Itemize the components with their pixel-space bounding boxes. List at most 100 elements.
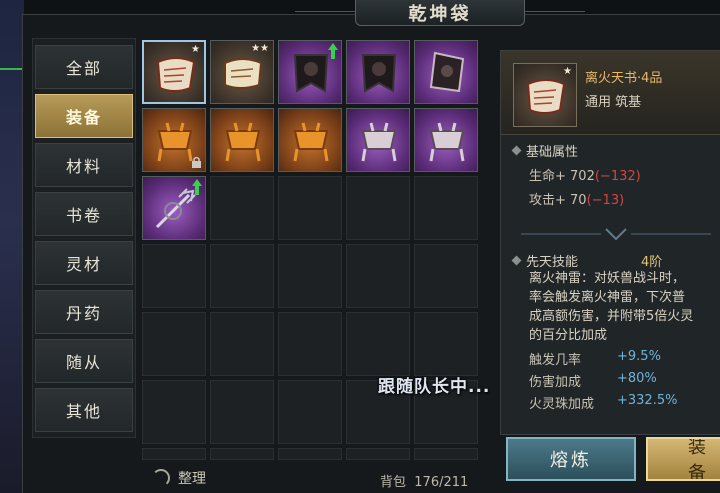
empty-slot[interactable] [414,312,478,376]
item-stars: ★★ [251,43,269,54]
scroll-icon [224,58,263,89]
stat-diff: (−13) [586,193,625,208]
item-slot-banner[interactable] [346,40,410,104]
banner-icon [361,54,397,93]
window-title-text: 乾坤袋 [408,3,472,25]
stat-value: + 70 [555,193,587,208]
empty-slot[interactable] [278,176,342,240]
skill-level: 4阶 [641,255,663,270]
item-stars: ★ [191,44,200,55]
effect-fire-orb-bonus: 火灵珠加成 +332.5% [529,393,677,412]
effect-value: +9.5% [617,349,661,364]
title-ornament [295,0,355,12]
empty-slot[interactable] [414,176,478,240]
tab-materials[interactable]: 材料 [35,143,133,187]
cauldron-icon [361,122,397,162]
title-ornament [525,0,585,12]
base-attributes-label: 基础属性 [526,145,579,160]
empty-slot[interactable] [278,312,342,376]
item-slot-trident[interactable] [142,176,206,240]
cauldron-icon [225,122,261,162]
empty-slot[interactable] [346,244,410,308]
scroll-icon [156,57,196,92]
shield-icon [429,51,465,93]
background-scene [0,0,24,493]
item-subtitle: 通用 筑基 [585,95,642,110]
tab-followers[interactable]: 随从 [35,339,133,383]
refresh-icon [152,469,170,487]
empty-slot[interactable] [414,448,478,460]
tab-pills[interactable]: 丹药 [35,290,133,334]
item-slot-cauldron[interactable] [210,108,274,172]
item-detail-header: ★ 离火天书·4品 通用 筑基 [501,51,720,135]
empty-slot[interactable] [414,244,478,308]
item-slot-banner[interactable] [278,40,342,104]
empty-slot[interactable] [142,448,206,460]
bag-capacity: 背包 176/211 [380,471,468,490]
smelt-button[interactable]: 熔炼 [506,437,636,481]
effect-trigger-rate: 触发几率 +9.5% [529,349,661,368]
tidy-label: 整理 [178,471,206,487]
lock-icon [192,156,201,168]
effect-value: +332.5% [617,393,678,408]
effect-value: +80% [617,371,657,386]
empty-slot[interactable] [346,448,410,460]
effect-damage-bonus: 伤害加成 +80% [529,371,657,390]
stat-hp: 生命+ 702(−132) [529,165,641,184]
empty-slot[interactable] [142,312,206,376]
item-name: 离火天书·4品 [585,71,663,86]
section-divider [521,228,711,241]
empty-slot[interactable] [210,380,274,444]
tidy-button[interactable]: 整理 [152,468,206,488]
tab-equipment[interactable]: 装备 [35,94,133,138]
effect-label: 伤害加成 [529,375,582,390]
item-slot-cauldron[interactable] [346,108,410,172]
hp-bar [0,68,24,70]
item-stars: ★ [563,66,572,77]
item-slot-cauldron[interactable] [278,108,342,172]
empty-slot[interactable] [142,380,206,444]
tab-all[interactable]: 全部 [35,45,133,89]
item-slot-scroll[interactable]: ★★ [210,40,274,104]
cauldron-icon [293,122,329,162]
tab-other[interactable]: 其他 [35,388,133,432]
diamond-icon [511,255,522,266]
upgrade-arrow-icon [328,43,338,59]
stat-diff: (−132) [594,169,641,184]
item-detail-icon: ★ [513,63,577,127]
cauldron-icon [429,122,465,162]
empty-slot[interactable] [210,448,274,460]
bag-label: 背包 [380,475,407,490]
empty-slot[interactable] [278,244,342,308]
equip-button[interactable]: 装备 [646,437,720,481]
item-slot-cauldron[interactable] [414,108,478,172]
category-panel: 全部 装备 材料 书卷 灵材 丹药 随从 其他 [32,38,136,438]
empty-slot[interactable] [346,176,410,240]
item-slot-scroll[interactable]: ★ [142,40,206,104]
scroll-icon [526,79,566,114]
skill-description: 离火神雷：对妖兽战斗时， 率会触发离火神雷，下次普 成高额伤害，并附带5倍火灵 … [529,271,694,343]
innate-skill-label: 先天技能 [526,255,579,270]
item-slot-shield-banner[interactable] [414,40,478,104]
stat-attack: 攻击+ 70(−13) [529,189,624,208]
empty-slot[interactable] [210,244,274,308]
empty-slot[interactable] [210,176,274,240]
empty-slot[interactable] [278,380,342,444]
tab-books[interactable]: 书卷 [35,192,133,236]
base-attributes-title: 基础属性 [511,141,579,160]
stat-label: 攻击 [529,193,556,208]
empty-slot[interactable] [278,448,342,460]
innate-skill-title: 先天技能 [511,251,579,270]
empty-slot[interactable] [210,312,274,376]
item-slot-cauldron[interactable] [142,108,206,172]
tab-spirit-materials[interactable]: 灵材 [35,241,133,285]
window-title: 乾坤袋 [355,0,525,26]
effect-label: 火灵珠加成 [529,397,595,412]
empty-slot[interactable] [142,244,206,308]
upgrade-arrow-icon [192,179,202,195]
stat-value: + 702 [555,169,595,184]
effect-label: 触发几率 [529,353,582,368]
empty-slot[interactable] [346,312,410,376]
item-detail-panel: ★ 离火天书·4品 通用 筑基 基础属性 生命+ 702(−132) 攻击+ 7… [500,50,720,435]
inventory-footer: 整理 背包 176/211 [142,462,482,493]
